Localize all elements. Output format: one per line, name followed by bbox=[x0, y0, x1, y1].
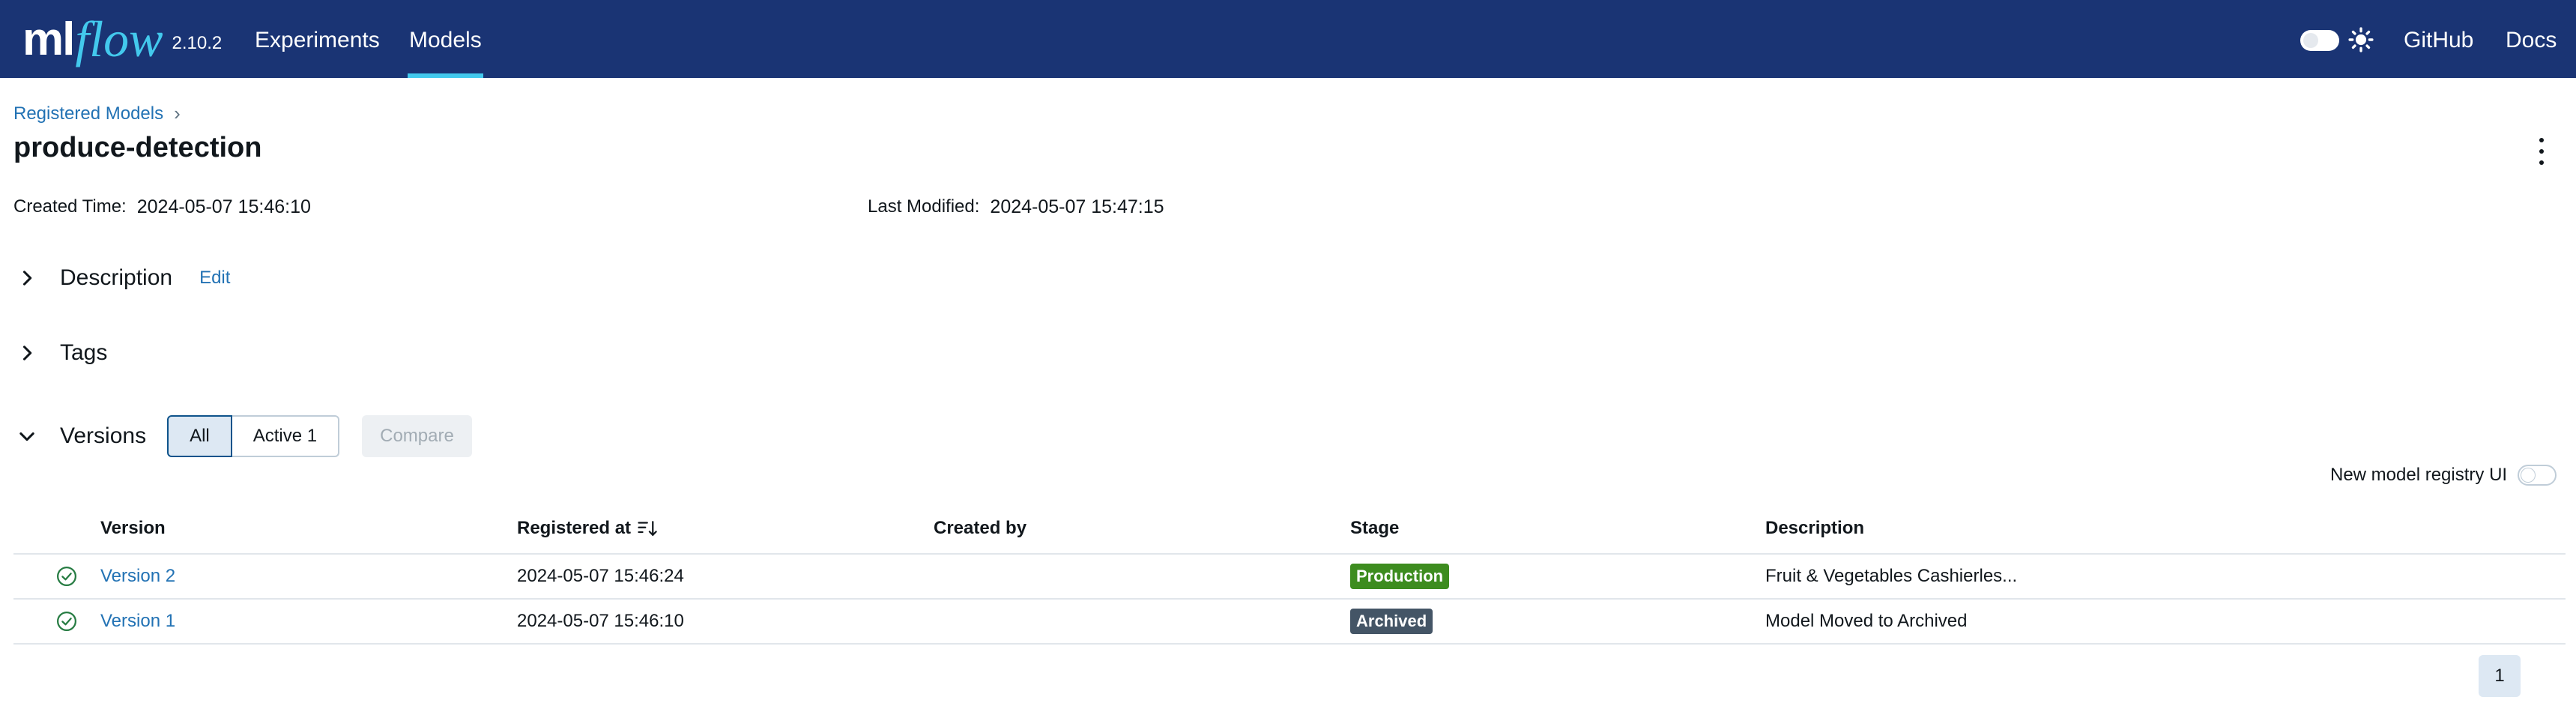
header-stage: Stage bbox=[1350, 518, 1400, 538]
nav-docs[interactable]: Docs bbox=[2506, 0, 2557, 78]
top-nav: ml flow 2.10.2 Experiments Models GitHub… bbox=[0, 0, 2576, 78]
versions-section: Versions All Active 1 Compare bbox=[16, 415, 472, 457]
sort-descending-icon[interactable] bbox=[637, 517, 659, 540]
nav-models[interactable]: Models bbox=[408, 0, 483, 78]
filter-all-button[interactable]: All bbox=[167, 415, 232, 457]
last-modified: Last Modified: 2024-05-07 15:47:15 bbox=[868, 196, 1164, 218]
description-cell: Model Moved to Archived bbox=[1765, 611, 1968, 631]
table-header-row: Version Registered at Created by Stage D… bbox=[13, 504, 2566, 555]
header-registered-at[interactable]: Registered at bbox=[517, 504, 659, 553]
stage-cell: Production bbox=[1350, 555, 1450, 598]
check-circle-icon bbox=[57, 567, 76, 586]
page-title: produce-detection bbox=[13, 132, 262, 163]
edit-description-link[interactable]: Edit bbox=[199, 268, 230, 289]
tags-title[interactable]: Tags bbox=[60, 340, 107, 366]
description-cell: Fruit & Vegetables Cashierles... bbox=[1765, 566, 2018, 586]
stage-cell: Archived bbox=[1350, 600, 1433, 643]
theme-toggle[interactable] bbox=[2300, 30, 2339, 51]
status-ready-icon bbox=[55, 555, 78, 598]
chevron-right-icon[interactable] bbox=[16, 268, 37, 289]
version-link[interactable]: Version 1 bbox=[100, 600, 175, 643]
stage-badge-production: Production bbox=[1350, 564, 1450, 589]
logo-flow-text: flow bbox=[75, 10, 163, 67]
header-created-by: Created by bbox=[934, 518, 1027, 538]
header-version: Version bbox=[100, 518, 166, 538]
check-circle-icon bbox=[57, 612, 76, 631]
registered-at-cell: 2024-05-07 15:46:10 bbox=[517, 611, 684, 631]
last-modified-value: 2024-05-07 15:47:15 bbox=[990, 196, 1164, 217]
versions-table: Version Registered at Created by Stage D… bbox=[13, 504, 2566, 645]
more-options-icon[interactable] bbox=[2537, 138, 2546, 165]
registered-at-cell: 2024-05-07 15:46:24 bbox=[517, 566, 684, 586]
breadcrumb: Registered Models › bbox=[13, 102, 181, 125]
kebab-dot bbox=[2539, 160, 2544, 165]
table-row: Version 1 2024-05-07 15:46:10 Archived M… bbox=[13, 600, 2566, 645]
created-time-label: Created Time: bbox=[13, 196, 127, 217]
version-link[interactable]: Version 2 bbox=[100, 555, 175, 598]
breadcrumb-registered-models[interactable]: Registered Models bbox=[13, 103, 163, 124]
tags-section: Tags bbox=[16, 340, 107, 366]
compare-button[interactable]: Compare bbox=[362, 415, 472, 457]
logo-ml-text: ml bbox=[22, 13, 75, 65]
breadcrumb-separator-icon: › bbox=[174, 102, 181, 124]
chevron-down-icon[interactable] bbox=[16, 426, 37, 447]
filter-active-button[interactable]: Active 1 bbox=[232, 415, 340, 457]
sun-icon[interactable] bbox=[2348, 27, 2374, 52]
created-time-value: 2024-05-07 15:46:10 bbox=[136, 196, 311, 217]
new-registry-ui-switch[interactable] bbox=[2518, 465, 2557, 486]
header-description: Description bbox=[1765, 518, 1865, 538]
table-row: Version 2 2024-05-07 15:46:24 Production… bbox=[13, 555, 2566, 600]
nav-github[interactable]: GitHub bbox=[2404, 0, 2473, 78]
stage-badge-archived: Archived bbox=[1350, 609, 1433, 634]
kebab-dot bbox=[2539, 138, 2544, 142]
versions-filter: All Active 1 bbox=[167, 415, 340, 457]
status-ready-icon bbox=[55, 600, 78, 643]
description-title[interactable]: Description bbox=[60, 265, 172, 291]
header-registered-at-label: Registered at bbox=[517, 518, 632, 538]
last-modified-label: Last Modified: bbox=[868, 196, 980, 217]
chevron-right-icon[interactable] bbox=[16, 343, 37, 363]
new-registry-ui-label: New model registry UI bbox=[2330, 465, 2508, 485]
new-registry-ui-toggle: New model registry UI bbox=[2330, 465, 2557, 486]
kebab-dot bbox=[2539, 149, 2544, 154]
mlflow-logo[interactable]: ml flow 2.10.2 bbox=[22, 1, 222, 73]
app-version: 2.10.2 bbox=[172, 33, 223, 53]
nav-experiments[interactable]: Experiments bbox=[255, 0, 380, 78]
created-time: Created Time: 2024-05-07 15:46:10 bbox=[13, 196, 311, 218]
pagination-page-1[interactable]: 1 bbox=[2479, 655, 2521, 697]
description-section: Description Edit bbox=[16, 265, 230, 291]
versions-title[interactable]: Versions bbox=[60, 423, 146, 449]
